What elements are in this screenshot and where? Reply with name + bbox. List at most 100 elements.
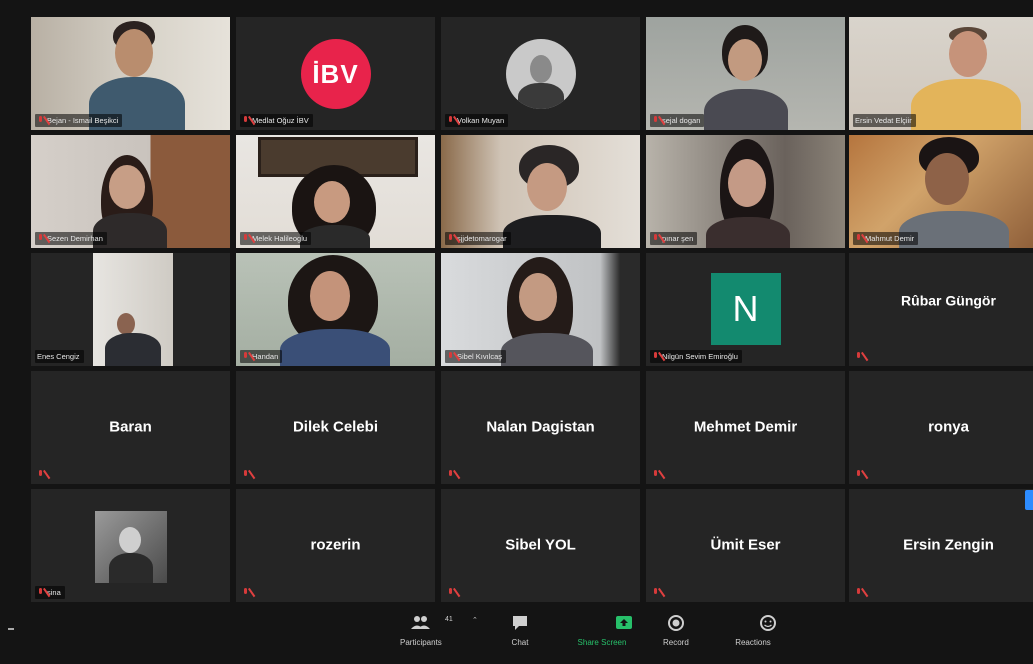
mic-muted-icon [242, 470, 249, 480]
participant-name: Sibel YOL [505, 536, 576, 554]
participant-name-tag: sina [35, 586, 65, 599]
avatar-face [529, 55, 552, 83]
participant-name: sejal dogan [662, 116, 701, 125]
participant-tile-active-speaker[interactable]: Ersin Vedat Elçiir [849, 17, 1033, 130]
participants-count: 41 [445, 616, 453, 623]
mic-muted-icon [447, 470, 454, 480]
record-button[interactable]: Record [663, 614, 689, 647]
mic-muted-icon [855, 470, 862, 480]
participant-name-tag: sejal dogan [650, 114, 705, 127]
mic-muted-icon [447, 351, 454, 362]
participant-name-tag: Melek Halileoglu [240, 232, 312, 245]
participant-name: sjjdetomarogar [457, 234, 507, 243]
participant-face [949, 31, 987, 77]
participant-face [728, 39, 762, 81]
participant-tile[interactable]: Handan [236, 253, 435, 366]
chat-label: Chat [511, 638, 529, 647]
share-screen-icon [614, 614, 634, 632]
participant-face [527, 163, 567, 211]
participant-name: Nalan Dagistan [486, 418, 595, 436]
participant-tile[interactable]: Volkan Muyan [441, 17, 640, 130]
share-screen-button[interactable]: Share Screen [570, 614, 634, 647]
mic-muted-icon [447, 588, 454, 598]
reactions-button[interactable]: Reactions [728, 614, 778, 647]
mic-muted-icon [652, 115, 659, 126]
participant-tile[interactable]: Sibel YOL [441, 489, 640, 602]
participant-name: Medlat Oğuz İBV [252, 116, 309, 125]
participant-tile[interactable]: Nalan Dagistan [441, 371, 640, 484]
participant-name: Volkan Muyan [457, 116, 505, 125]
mic-muted-icon [447, 233, 454, 244]
chat-button[interactable]: Chat [510, 614, 530, 647]
participant-tile[interactable]: Mehmet Demir [646, 371, 845, 484]
participant-body [706, 217, 790, 248]
profile-avatar [505, 39, 576, 109]
participant-face [115, 29, 153, 77]
participant-tile[interactable]: Sezen Demirhan [31, 135, 230, 248]
participant-name: Enes Cengiz [37, 352, 80, 361]
mic-muted-icon [652, 351, 659, 362]
participant-tile[interactable]: Baran [31, 371, 230, 484]
participant-tile[interactable]: Dilek Celebi [236, 371, 435, 484]
participants-label: Participants [400, 638, 442, 647]
participant-name-tag: Mahmut Demir [853, 232, 919, 245]
participant-name-tag: Bejan - Ismail Beşikci [35, 114, 123, 127]
participants-button[interactable]: 41 ⌃ Participants [400, 614, 478, 647]
mic-muted-icon [37, 233, 44, 244]
participant-tile[interactable]: Ersin Zengin [849, 489, 1033, 602]
participant-name-tag: Handan [240, 350, 283, 363]
participant-body [280, 329, 390, 366]
profile-photo [94, 511, 167, 583]
participant-name: Mehmet Demir [693, 418, 798, 436]
participant-tile[interactable]: Enes Cengiz [31, 253, 230, 366]
participant-name: ronya [928, 418, 969, 436]
participant-tile[interactable]: Ümit Eser [646, 489, 845, 602]
side-panel-handle[interactable] [1025, 490, 1033, 510]
participant-name: Ümit Eser [710, 536, 781, 554]
participant-tile[interactable]: ronya [849, 371, 1033, 484]
mic-muted-icon [242, 351, 249, 362]
participant-face [925, 153, 969, 205]
mic-muted-icon [855, 352, 862, 362]
toolbar-left-mark [8, 628, 14, 630]
mic-muted-icon [37, 470, 44, 480]
participant-tile[interactable]: Melek Halileoglu [236, 135, 435, 248]
participant-tile[interactable]: pınar şen [646, 135, 845, 248]
participant-name: Nilgün Sevim Emiroğlu [662, 352, 738, 361]
participant-body [105, 333, 161, 366]
participant-tile[interactable]: sina [31, 489, 230, 602]
mic-muted-icon [242, 115, 249, 126]
participant-tile[interactable]: N Nilgün Sevim Emiroğlu [646, 253, 845, 366]
participant-face [117, 313, 135, 335]
participant-name-tag: Volkan Muyan [445, 114, 509, 127]
participant-tile[interactable]: Sibel Kıvılcaş [441, 253, 640, 366]
participant-name-tag: Medlat Oğuz İBV [240, 114, 313, 127]
participant-name-tag: sjjdetomarogar [445, 232, 511, 245]
participants-caret[interactable]: ⌃ [472, 616, 478, 624]
reactions-label: Reactions [735, 638, 771, 647]
participant-tile[interactable]: Bejan - Ismail Beşikci [31, 17, 230, 130]
participant-name: Handan [252, 352, 279, 361]
participant-tile[interactable]: Mahmut Demir [849, 135, 1033, 248]
participant-name: pınar şen [662, 234, 694, 243]
participant-name: Ersin Vedat Elçiir [855, 116, 912, 125]
participant-tile[interactable]: sjjdetomarogar [441, 135, 640, 248]
participant-tile[interactable]: İBV Medlat Oğuz İBV [236, 17, 435, 130]
participant-name-tag: Ersin Vedat Elçiir [853, 114, 916, 127]
zoom-gallery-window: Bejan - Ismail Beşikci İBV Medlat Oğuz İ… [0, 0, 1033, 664]
participant-name: Melek Halileoglu [252, 234, 308, 243]
participant-name: Mahmut Demir [865, 234, 915, 243]
mic-muted-icon [652, 470, 659, 480]
participant-name-tag: Sezen Demirhan [35, 232, 107, 245]
participant-body [501, 333, 593, 366]
mic-muted-icon [855, 233, 862, 244]
mic-muted-icon [37, 587, 44, 598]
participant-name-tag: pınar şen [650, 232, 698, 245]
photo-face [118, 527, 141, 553]
participant-tile[interactable]: sejal dogan [646, 17, 845, 130]
mic-muted-icon [242, 233, 249, 244]
participant-name: Bejan - Ismail Beşikci [47, 116, 119, 125]
participant-tile[interactable]: rozerin [236, 489, 435, 602]
participant-tile[interactable]: Rûbar Güngör [849, 253, 1033, 366]
participant-face [728, 159, 766, 207]
